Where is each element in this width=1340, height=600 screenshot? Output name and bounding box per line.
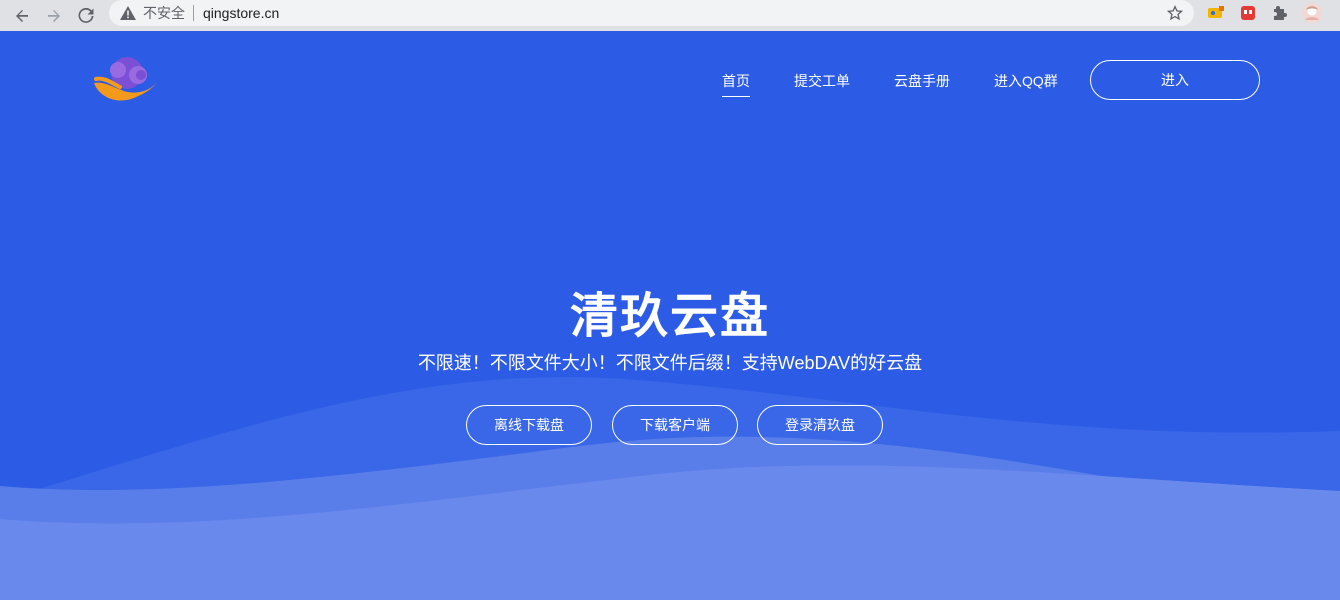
warning-icon <box>119 4 137 22</box>
nav-item-ticket[interactable]: 提交工单 <box>794 71 850 91</box>
browser-toolbar: 不安全 qingstore.cn <box>0 0 1340 31</box>
hero-title: 清玖云盘 <box>569 290 770 343</box>
logo-icon[interactable] <box>90 53 160 109</box>
offline-download-button[interactable]: 离线下载盘 <box>466 405 592 445</box>
back-button[interactable] <box>6 0 38 31</box>
nav-item-qq-group[interactable]: 进入QQ群 <box>994 71 1058 91</box>
reload-icon <box>78 7 94 23</box>
reload-button[interactable] <box>70 0 102 31</box>
puzzle-icon[interactable] <box>1269 2 1291 24</box>
enter-button[interactable]: 进入 <box>1090 60 1260 100</box>
hero-subtitle: 不限速！不限文件大小！不限文件后缀！支持WebDAV的好云盘 <box>417 353 923 373</box>
address-bar[interactable]: 不安全 qingstore.cn <box>109 0 1194 26</box>
extension-icon[interactable] <box>1237 2 1259 24</box>
forward-button[interactable] <box>38 0 70 31</box>
extension-icon[interactable] <box>1205 2 1227 24</box>
forward-icon <box>48 9 60 22</box>
star-icon[interactable] <box>1165 3 1185 23</box>
divider <box>193 5 194 21</box>
profile-avatar[interactable] <box>1301 2 1323 24</box>
nav-item-manual[interactable]: 云盘手册 <box>894 71 950 91</box>
landing-page: 首页 提交工单 云盘手册 进入QQ群 进入 清玖云盘 不限速！不限文件大小！不限… <box>0 31 1340 600</box>
back-icon <box>16 9 28 22</box>
download-client-button[interactable]: 下载客户端 <box>612 405 738 445</box>
url-text: qingstore.cn <box>203 5 280 21</box>
login-button[interactable]: 登录清玖盘 <box>757 405 883 445</box>
nav-item-home[interactable]: 首页 <box>722 71 750 97</box>
insecure-label: 不安全 <box>143 5 185 21</box>
